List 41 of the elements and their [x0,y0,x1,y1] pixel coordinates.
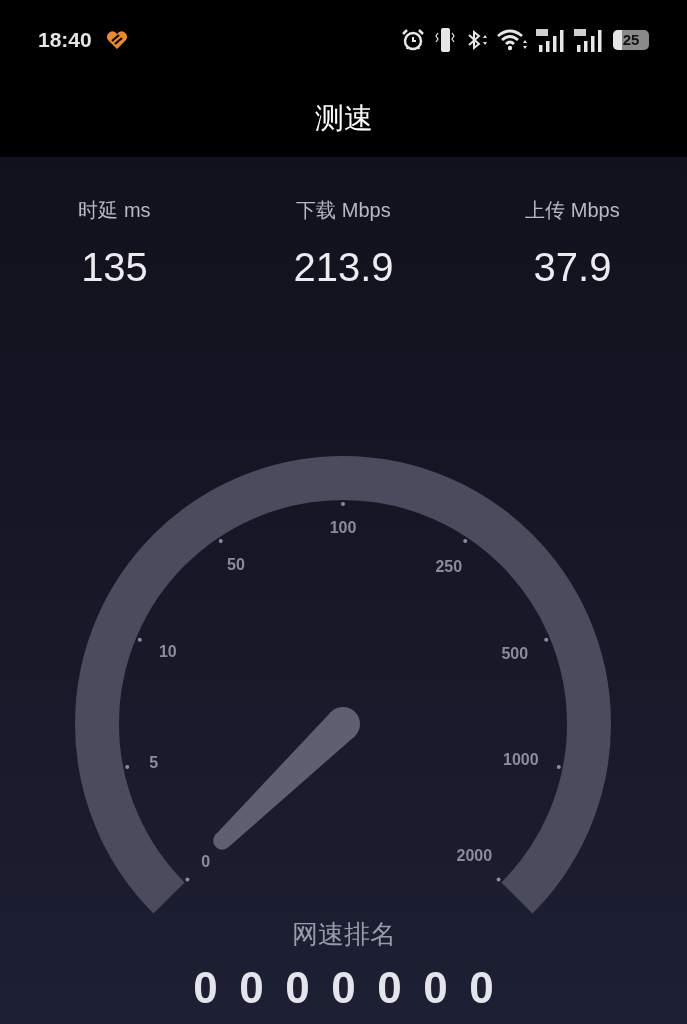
tick-label: 50 [227,555,245,573]
tick-label: 10 [158,643,177,661]
tick-mark [185,877,190,882]
rank-digit: 0 [330,966,357,1010]
alarm-icon [401,28,425,52]
tick-mark [463,539,468,544]
tick-mark [556,764,561,769]
tick-mark [125,764,130,769]
tick-mark [341,502,345,506]
stat-value: 37.9 [533,244,612,291]
tick-mark [218,539,223,544]
tick-mark [137,637,142,642]
tick-label: 100 [329,519,357,536]
rank-digit: 0 [192,966,219,1010]
tick-label: 0 [201,853,211,871]
heart-icon [105,30,128,50]
tick-label: 5 [149,753,159,771]
page-title: 测速 [314,100,373,136]
tick-label: 250 [435,557,463,575]
stat-label: 下载 Mbps [296,198,391,223]
signal-icon [535,27,567,53]
signal-icon [573,27,605,53]
stat-value: 135 [81,244,148,291]
tick-label: 1000 [503,751,539,769]
rank-digit: 0 [376,966,403,1010]
stat-value: 213.9 [293,244,394,291]
tick-label: 500 [501,644,529,662]
rank-digit: 0 [284,966,311,1010]
stat-label: 时延 ms [78,198,151,223]
ranking-label: 网速排名 [291,918,396,951]
battery-level: 25 [622,29,640,50]
rank-digit: 0 [468,966,495,1010]
rank-digit: 0 [238,966,265,1010]
stat-label: 上传 Mbps [525,198,620,223]
rank-digit: 0 [422,966,449,1010]
vibrate-icon [433,27,457,53]
tick-mark [544,637,549,642]
tick-mark [496,877,501,882]
status-time: 18:40 [38,27,92,54]
tick-label: 2000 [456,847,493,865]
wifi-icon [497,28,529,52]
